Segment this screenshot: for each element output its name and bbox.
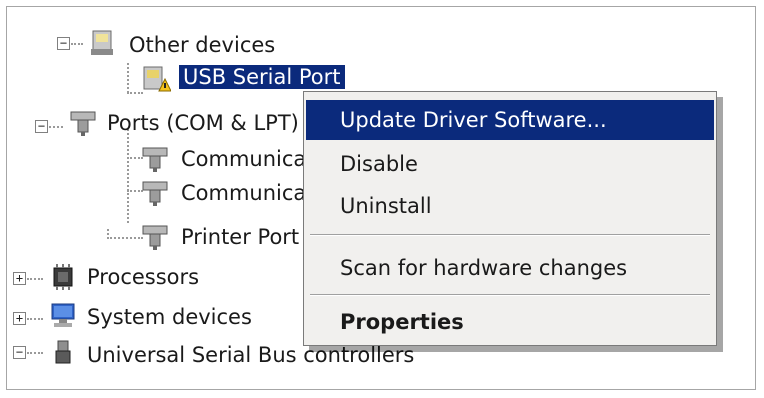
port-icon (141, 223, 169, 251)
menu-scan-hardware[interactable]: Scan for hardware changes (306, 248, 714, 288)
port-icon (69, 109, 97, 137)
tree-item-usb-serial-port[interactable]: USB Serial Port (179, 65, 345, 89)
port-icon (141, 145, 169, 173)
menu-uninstall[interactable]: Uninstall (306, 186, 714, 226)
menu-separator (310, 294, 710, 296)
tree-line (107, 229, 109, 239)
usb-icon (51, 339, 79, 367)
expand-toggle[interactable]: + (13, 312, 26, 325)
tree-line (27, 278, 43, 280)
port-icon (141, 179, 169, 207)
collapse-toggle[interactable]: − (35, 120, 48, 133)
unknown-device-icon (89, 29, 117, 57)
computer-icon (49, 301, 77, 329)
device-manager-pane: − Other devices USB Serial Port − Ports … (6, 6, 756, 390)
tree-line (27, 352, 43, 354)
collapse-toggle[interactable]: − (13, 346, 26, 359)
tree-line (49, 126, 63, 128)
menu-separator (310, 234, 710, 236)
menu-disable[interactable]: Disable (306, 144, 714, 184)
tree-line (127, 63, 129, 93)
processor-icon (49, 263, 77, 291)
menu-properties[interactable]: Properties (306, 302, 714, 342)
tree-item-usb-controllers[interactable]: Universal Serial Bus controllers (87, 343, 414, 367)
expand-toggle[interactable]: + (13, 272, 26, 285)
context-menu: Update Driver Software... Disable Uninst… (303, 91, 717, 346)
tree-item-ports[interactable]: Ports (COM & LPT) (107, 111, 299, 135)
collapse-toggle[interactable]: − (57, 37, 70, 50)
warning-device-icon (141, 65, 172, 93)
tree-item-system-devices[interactable]: System devices (87, 305, 252, 329)
tree-line (71, 43, 83, 45)
tree-line (127, 129, 129, 223)
tree-item-processors[interactable]: Processors (87, 265, 199, 289)
tree-item-other-devices[interactable]: Other devices (129, 33, 275, 57)
tree-line (107, 237, 143, 239)
menu-update-driver[interactable]: Update Driver Software... (306, 100, 714, 140)
tree-line (27, 318, 43, 320)
